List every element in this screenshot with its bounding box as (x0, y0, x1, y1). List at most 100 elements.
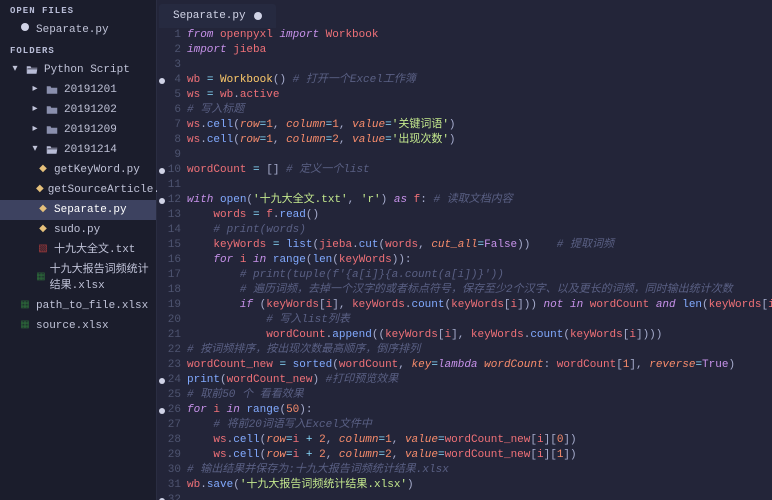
code-content: # 写入标题 (187, 103, 244, 118)
file-item[interactable]: ▦十九大报告词频统计结果.xlsx (0, 260, 156, 296)
folder-item[interactable]: ▸20191209 (0, 120, 156, 140)
code-line[interactable]: 31wb.save('十九大报告词频统计结果.xlsx') (157, 478, 772, 493)
folder-open-icon (26, 64, 40, 76)
code-line[interactable]: 23wordCount_new = sorted(wordCount, key=… (157, 358, 772, 373)
code-content: # 将前20词语写入Excel文件中 (187, 418, 372, 433)
code-content: # 取前50 个 看看效果 (187, 388, 304, 403)
item-label: sudo.py (54, 222, 100, 238)
code-line[interactable]: 10wordCount = [] # 定义一个list (157, 163, 772, 178)
gutter: 12 (157, 193, 187, 208)
code-line[interactable]: 11 (157, 178, 772, 193)
code-content: for i in range(len(keyWords)): (187, 253, 412, 268)
code-line[interactable]: 9 (157, 148, 772, 163)
item-label: path_to_file.xlsx (36, 298, 148, 314)
code-line[interactable]: 32 (157, 493, 772, 500)
py-file-icon: ◆ (36, 182, 44, 198)
open-file-item[interactable]: Separate.py (0, 20, 156, 40)
file-item[interactable]: ▦path_to_file.xlsx (0, 296, 156, 316)
code-line[interactable]: 12with open('十九大全文.txt', 'r') as f: # 读取… (157, 193, 772, 208)
folder-item[interactable]: ▸20191202 (0, 100, 156, 120)
code-line[interactable]: 4wb = Workbook() # 打开一个Excel工作簿 (157, 73, 772, 88)
code-content: # 写入list列表 (187, 313, 350, 328)
code-line[interactable]: 13 words = f.read() (157, 208, 772, 223)
code-line[interactable]: 21 wordCount.append((keyWords[i], keyWor… (157, 328, 772, 343)
item-label: getSourceArticle.py (48, 182, 173, 198)
code-line[interactable]: 30# 输出结果并保存为:十九大报告词频统计结果.xlsx (157, 463, 772, 478)
code-line[interactable]: 14 # print(words) (157, 223, 772, 238)
item-label: source.xlsx (36, 318, 109, 334)
gutter: 20 (157, 313, 187, 328)
folders-header: FOLDERS (0, 40, 156, 60)
code-line[interactable]: 3 (157, 58, 772, 73)
code-line[interactable]: 22# 按词频排序，按出现次数最高顺序，倒序排列 (157, 343, 772, 358)
folder-closed-icon (46, 84, 60, 96)
code-line[interactable]: 28 ws.cell(row=i + 2, column=1, value=wo… (157, 433, 772, 448)
code-line[interactable]: 18 # 遍历词频，去掉一个汉字的或者标点符号，保存至少2个汉字、以及更长的词频… (157, 283, 772, 298)
gutter: 13 (157, 208, 187, 223)
code-line[interactable]: 15 keyWords = list(jieba.cut(words, cut_… (157, 238, 772, 253)
file-item[interactable]: ▦source.xlsx (0, 316, 156, 336)
file-item[interactable]: ▧十九大全文.txt (0, 240, 156, 260)
gutter: 7 (157, 118, 187, 133)
code-line[interactable]: 29 ws.cell(row=i + 2, column=2, value=wo… (157, 448, 772, 463)
folder-label: Python Script (44, 62, 130, 78)
gutter: 18 (157, 283, 187, 298)
code-line[interactable]: 8ws.cell(row=1, column=2, value='出现次数') (157, 133, 772, 148)
gutter: 16 (157, 253, 187, 268)
xlsx-file-icon: ▦ (18, 298, 32, 314)
arrow-right-icon: ▸ (28, 82, 42, 98)
item-label: getKeyWord.py (54, 162, 140, 178)
code-area[interactable]: 1from openpyxl import Workbook2import ji… (157, 28, 772, 500)
code-line[interactable]: 1from openpyxl import Workbook (157, 28, 772, 43)
code-line[interactable]: 17 # print(tuple(f'{a[i]}{a.count(a[i])}… (157, 268, 772, 283)
code-line[interactable]: 24print(wordCount_new) #打印预览效果 (157, 373, 772, 388)
code-content: keyWords = list(jieba.cut(words, cut_all… (187, 238, 614, 253)
arrow-right-icon: ▸ (28, 102, 42, 118)
bookmark-icon (159, 378, 165, 384)
code-line[interactable]: 19 if (keyWords[i], keyWords.count(keyWo… (157, 298, 772, 313)
code-line[interactable]: 5ws = wb.active (157, 88, 772, 103)
code-line[interactable]: 6# 写入标题 (157, 103, 772, 118)
open-files-header: OPEN FILES (0, 0, 156, 20)
bookmark-icon (159, 168, 165, 174)
gutter: 21 (157, 328, 187, 343)
file-item[interactable]: ◆sudo.py (0, 220, 156, 240)
bookmark-icon (159, 78, 165, 84)
code-content: ws = wb.active (187, 88, 279, 103)
code-line[interactable]: 20 # 写入list列表 (157, 313, 772, 328)
gutter: 1 (157, 28, 187, 43)
code-line[interactable]: 26for i in range(50): (157, 403, 772, 418)
gutter: 26 (157, 403, 187, 418)
code-line[interactable]: 16 for i in range(len(keyWords)): (157, 253, 772, 268)
folder-closed-icon (46, 104, 60, 116)
code-content: ws.cell(row=1, column=2, value='出现次数') (187, 133, 456, 148)
item-label: 20191209 (64, 122, 117, 138)
py-file-icon: ◆ (36, 202, 50, 218)
folder-root[interactable]: ▾ Python Script (0, 60, 156, 80)
arrow-down-icon: ▾ (8, 62, 22, 78)
file-item[interactable]: ◆Separate.py (0, 200, 156, 220)
code-content: # 按词频排序，按出现次数最高顺序，倒序排列 (187, 343, 420, 358)
folder-item[interactable]: ▸20191201 (0, 80, 156, 100)
gutter: 30 (157, 463, 187, 478)
gutter: 24 (157, 373, 187, 388)
code-content: from openpyxl import Workbook (187, 28, 378, 43)
code-content: import jieba (187, 43, 266, 58)
code-line[interactable]: 7ws.cell(row=1, column=1, value='关键词语') (157, 118, 772, 133)
code-content: wordCount = [] # 定义一个list (187, 163, 370, 178)
gutter: 2 (157, 43, 187, 58)
gutter: 31 (157, 478, 187, 493)
gutter: 29 (157, 448, 187, 463)
gutter: 17 (157, 268, 187, 283)
file-item[interactable]: ◆getKeyWord.py (0, 160, 156, 180)
sidebar: OPEN FILES Separate.py FOLDERS ▾ Python S… (0, 0, 157, 500)
code-content: if (keyWords[i], keyWords.count(keyWords… (187, 298, 772, 313)
file-item[interactable]: ◆getSourceArticle.py (0, 180, 156, 200)
code-line[interactable]: 27 # 将前20词语写入Excel文件中 (157, 418, 772, 433)
code-content: wordCount_new = sorted(wordCount, key=la… (187, 358, 735, 373)
tab-separate-py[interactable]: Separate.py (159, 4, 276, 28)
folder-item[interactable]: ▾20191214 (0, 140, 156, 160)
gutter: 19 (157, 298, 187, 313)
code-line[interactable]: 25# 取前50 个 看看效果 (157, 388, 772, 403)
code-line[interactable]: 2import jieba (157, 43, 772, 58)
